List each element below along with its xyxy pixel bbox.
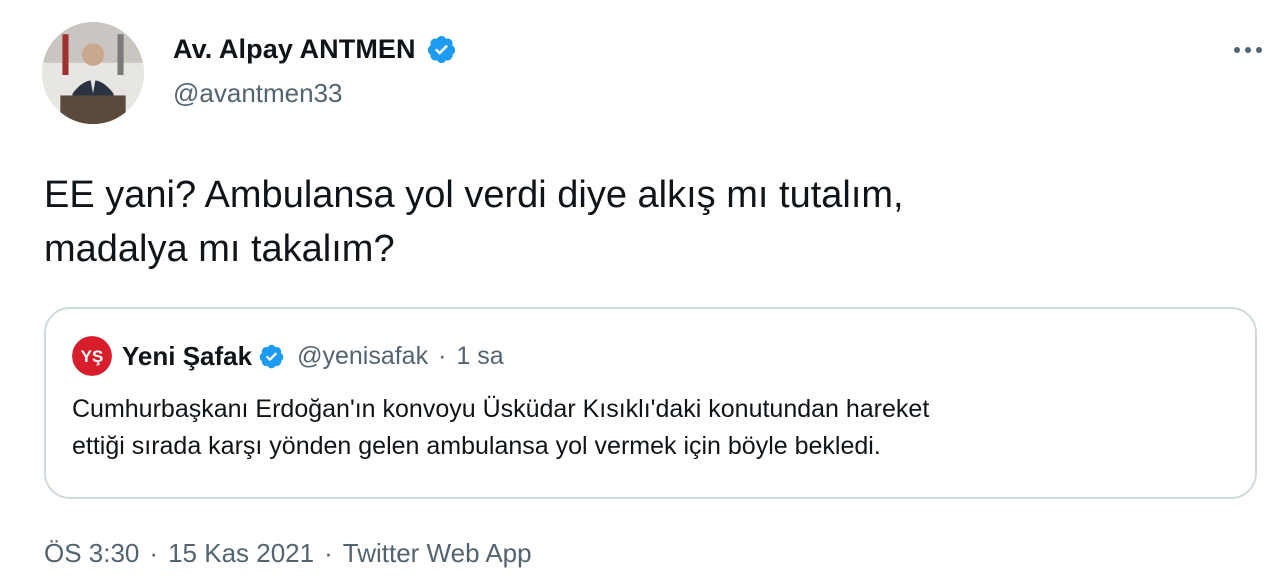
more-dot (1245, 47, 1251, 53)
tweet-text: EE yani? Ambulansa yol verdi diye alkış … (44, 168, 1244, 276)
logo-text: YŞ (81, 347, 104, 366)
quoted-tweet[interactable]: YŞ Yeni Şafak @yenisafak · 1 sa Cumhurba… (44, 307, 1257, 499)
author-avatar[interactable] (42, 22, 144, 124)
author-display-name[interactable]: Av. Alpay ANTMEN (173, 34, 416, 65)
separator-dot: · (149, 538, 159, 568)
verified-badge-icon (259, 344, 284, 368)
separator-dot: · (324, 538, 333, 568)
more-dot (1256, 47, 1262, 53)
tweet-card: Av. Alpay ANTMEN @avantmen33 EE yani? Am… (0, 0, 1280, 588)
quoted-author-avatar: YŞ (72, 336, 112, 376)
quoted-tweet-header: YŞ Yeni Şafak @yenisafak · 1 sa (72, 336, 504, 376)
author-photo (42, 22, 144, 124)
tweet-text-line: EE yani? Ambulansa yol verdi diye alkış … (44, 174, 904, 216)
tweet-metadata: ÖS 3:30 · 15 Kas 2021 · Twitter Web App (44, 538, 532, 569)
tweet-text-line: madalya mı takalım? (44, 228, 395, 270)
verified-badge-icon (427, 35, 455, 64)
author-handle[interactable]: @avantmen33 (173, 78, 343, 109)
author-name-row: Av. Alpay ANTMEN (173, 34, 457, 65)
quoted-author-handle: @yenisafak (297, 341, 429, 370)
tweet-time[interactable]: ÖS 3:30 (44, 538, 139, 569)
tweet-source[interactable]: Twitter Web App (343, 538, 532, 569)
quoted-tweet-text: Cumhurbaşkanı Erdoğan'ın konvoyu Üsküdar… (72, 391, 1232, 465)
more-options-icon[interactable] (1228, 38, 1268, 62)
quoted-text-line: Cumhurbaşkanı Erdoğan'ın konvoyu Üsküdar… (72, 395, 930, 423)
yeni-safak-logo: YŞ (72, 336, 112, 376)
quoted-tweet-time[interactable]: 1 sa (456, 342, 503, 371)
quoted-author-name: Yeni Şafak (122, 340, 253, 371)
tweet-date[interactable]: 15 Kas 2021 (168, 538, 314, 569)
separator-dot: · (438, 341, 447, 370)
quoted-text-line: ettiği sırada karşı yönden gelen ambulan… (72, 432, 881, 460)
more-dot (1234, 47, 1240, 53)
